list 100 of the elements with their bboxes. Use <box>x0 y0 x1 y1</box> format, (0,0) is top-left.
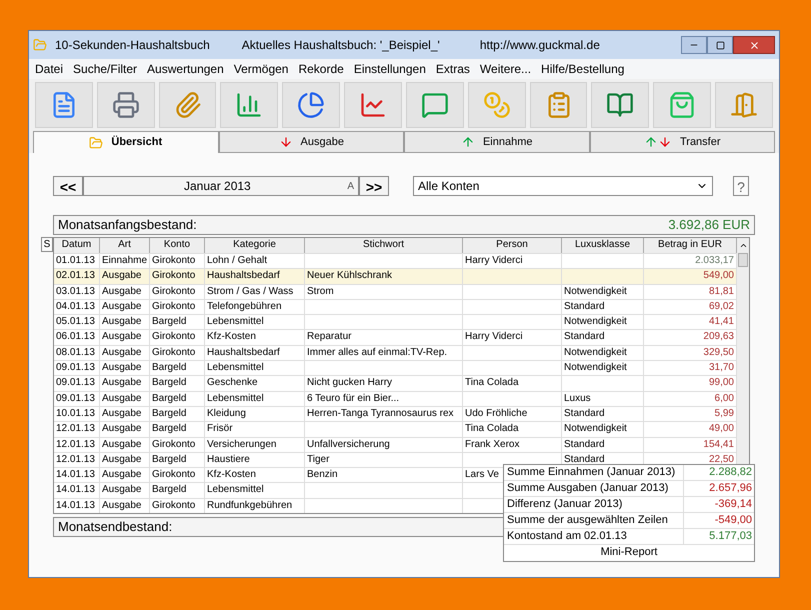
table-cell: Girokonto <box>150 269 205 284</box>
toolbar-button[interactable] <box>96 82 155 128</box>
app-icon <box>33 38 47 52</box>
table-row[interactable]: 10.01.13 Ausgabe Bargeld Kleidung Herren-Tanga Tyrannosaurus rex Udo Fröhliche Standard 5,99 <box>54 406 737 422</box>
table-cell: Haushaltsbedarf <box>205 269 305 284</box>
table-row[interactable]: 05.01.13 Ausgabe Bargeld Lebensmittel Notwendigkeit 41,41 <box>54 314 737 330</box>
menu-item[interactable]: Vermögen <box>234 60 288 78</box>
table-cell: Telefongebühren <box>205 300 305 314</box>
table-cell: Girokonto <box>150 468 205 482</box>
table-cell: Lebensmittel <box>205 392 305 406</box>
column-header[interactable]: Kategorie <box>205 238 305 253</box>
menu-item[interactable]: Weitere... <box>480 60 532 78</box>
toolbar-button[interactable] <box>220 82 278 128</box>
menu-item[interactable]: Extras <box>436 60 470 78</box>
month-field[interactable]: Januar 2013 A <box>83 176 359 196</box>
speech-bubble-icon <box>420 91 449 119</box>
table-cell: Bargeld <box>150 422 205 437</box>
menu-item[interactable]: Suche/Filter <box>73 60 138 78</box>
table-cell: Standard <box>562 406 644 422</box>
table-cell: Girokonto <box>150 498 205 514</box>
menu-item[interactable]: Hilfe/Bestellung <box>541 60 624 78</box>
table-cell: Ausgabe <box>100 284 150 299</box>
toolbar-button[interactable] <box>591 82 650 128</box>
table-cell: Tina Colada <box>463 376 562 391</box>
tab[interactable]: Einnahme <box>404 131 590 153</box>
column-header[interactable]: Person <box>463 238 562 253</box>
table-row[interactable]: 09.01.13 Ausgabe Bargeld Geschenke Nicht gucken Harry Tina Colada 99,00 <box>54 375 737 391</box>
toolbar-button[interactable] <box>282 82 340 128</box>
table-row[interactable]: 08.01.13 Ausgabe Girokonto Haushaltsbedarf Immer alles auf einmal:TV-Rep. Notwendigkeit 329,50 <box>54 344 737 360</box>
menu-item[interactable]: Rekorde <box>298 60 344 78</box>
account-dropdown[interactable]: Alle Konten <box>413 176 713 196</box>
report-label: Summe Ausgaben (Januar 2013) <box>504 481 684 496</box>
table-corner: S <box>41 237 53 252</box>
printer-icon <box>112 91 140 119</box>
column-header[interactable]: Luxusklasse <box>562 238 644 253</box>
scrollbar-thumb[interactable] <box>738 253 748 267</box>
table-cell: Bargeld <box>150 376 205 391</box>
table-cell: 05.01.13 <box>54 315 100 330</box>
table-cell: Notwendigkeit <box>562 361 644 376</box>
menu-item[interactable]: Datei <box>35 60 64 78</box>
table-row[interactable]: 04.01.13 Ausgabe Girokonto Telefongebühren Standard 69,02 <box>54 298 737 314</box>
toolbar-button[interactable] <box>158 82 216 128</box>
table-cell: 02.01.13 <box>54 269 100 284</box>
opening-balance-label: Monatsanfangsbestand: <box>58 216 198 234</box>
column-header[interactable]: Betrag in EUR <box>644 238 737 253</box>
column-header[interactable]: Datum <box>54 238 100 253</box>
table-row[interactable]: 12.01.13 Ausgabe Girokonto Versicherungen Unfallversicherung Frank Xerox Standard 154,41 <box>54 436 737 452</box>
table-cell: Frank Xerox <box>463 438 562 452</box>
table-row[interactable]: 06.01.13 Ausgabe Girokonto Kfz-Kosten Reparatur Harry Viderci Standard 209,63 <box>54 329 737 345</box>
table-cell: Haushaltsbedarf <box>205 346 305 360</box>
down-arrow-icon <box>278 135 293 149</box>
column-header[interactable]: Art <box>100 238 150 253</box>
maximize-button[interactable] <box>707 36 733 54</box>
toolbar-button[interactable] <box>406 82 464 128</box>
bar-chart-icon <box>235 91 264 119</box>
next-month-button[interactable]: >> <box>359 176 389 196</box>
report-label: Summe der ausgewählten Zeilen <box>504 513 684 528</box>
table-cell: Lebensmittel <box>205 361 305 376</box>
table-cell: Unfallversicherung <box>305 438 463 452</box>
table-cell: Strom / Gas / Wass <box>205 284 305 299</box>
table-cell: Bargeld <box>150 452 205 468</box>
toolbar-button[interactable] <box>653 82 712 128</box>
table-cell: 14.01.13 <box>54 483 100 498</box>
table-cell: Notwendigkeit <box>562 422 644 437</box>
close-button[interactable] <box>733 36 775 54</box>
table-row[interactable]: 09.01.13 Ausgabe Bargeld Lebensmittel Notwendigkeit 31,70 <box>54 360 737 376</box>
tab[interactable]: Übersicht <box>33 131 218 153</box>
table-cell: Girokonto <box>150 438 205 452</box>
tab[interactable]: Ausgabe <box>218 131 404 153</box>
table-row[interactable]: 09.01.13 Ausgabe Bargeld Lebensmittel 6 Teuro für ein Bier... Luxus 6,00 <box>54 390 737 406</box>
table-cell: Girokonto <box>150 300 205 314</box>
table-cell: 6 Teuro für ein Bier... <box>305 392 463 406</box>
table-cell: Geschenke <box>205 376 305 391</box>
table-cell: Lebensmittel <box>205 483 305 498</box>
table-row[interactable]: 02.01.13 Ausgabe Girokonto Haushaltsbedarf Neuer Kühlschrank 549,00 <box>54 268 737 284</box>
menu-item[interactable]: Einstellungen <box>354 60 426 78</box>
report-value: 5.177,03 <box>708 529 753 544</box>
tab[interactable]: Transfer <box>590 131 775 153</box>
toolbar-button[interactable] <box>344 82 402 128</box>
table-cell: Ausgabe <box>100 330 150 345</box>
table-cell: Ausgabe <box>100 406 150 422</box>
table-cell: Girokonto <box>150 284 205 299</box>
help-button[interactable]: ? <box>733 176 749 196</box>
column-header[interactable]: Stichwort <box>305 238 463 253</box>
table-cell: Tina Colada <box>463 422 562 437</box>
table-cell: Nicht gucken Harry <box>305 376 463 391</box>
table-cell: Ausgabe <box>100 422 150 437</box>
menu-item[interactable]: Auswertungen <box>147 60 224 78</box>
toolbar-button[interactable] <box>530 82 588 128</box>
table-cell: Immer alles auf einmal:TV-Rep. <box>305 346 463 360</box>
table-row[interactable]: 03.01.13 Ausgabe Girokonto Strom / Gas / Wass Strom Notwendigkeit 81,81 <box>54 284 737 299</box>
report-title: Mini-Report <box>600 546 658 558</box>
toolbar-button[interactable] <box>715 82 773 128</box>
column-header[interactable]: Konto <box>150 238 205 253</box>
toolbar-button[interactable] <box>35 82 93 128</box>
table-cell: Neuer Kühlschrank <box>305 269 463 284</box>
previous-month-button[interactable]: << <box>53 176 83 196</box>
table-row[interactable]: 12.01.13 Ausgabe Bargeld Frisör Tina Colada Notwendigkeit 49,00 <box>54 421 737 437</box>
book-icon <box>606 91 634 119</box>
table-cell: Ausgabe <box>100 498 150 514</box>
